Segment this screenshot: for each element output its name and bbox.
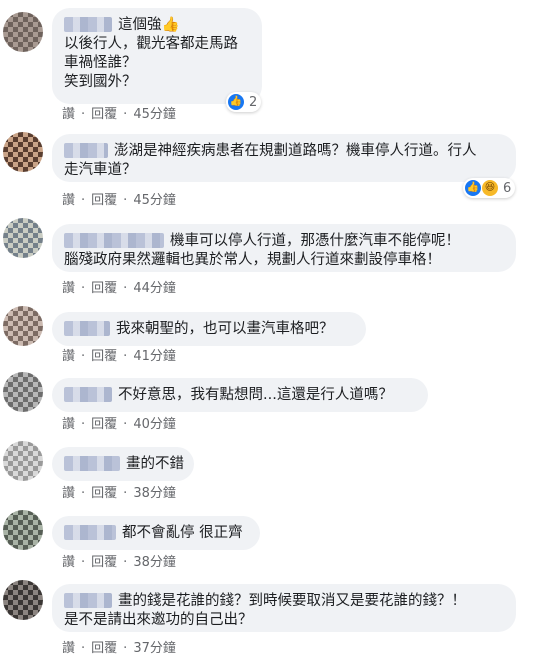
avatar[interactable] — [3, 218, 43, 258]
comment-line: 是不是請出來邀功的自己出？ — [64, 612, 253, 628]
comment-bubble: 澎湖是神經疾病患者在規劃道路嗎？機車停人行道。行人 走汽車道？ — [52, 134, 516, 182]
commenter-name-blurred[interactable] — [64, 456, 120, 471]
comment-thread: 這個強👍 以後行人，觀光客都走馬路 車禍怪誰？ 笑到國外？ 👍 2 讚 · 回覆 · 4… — [0, 0, 551, 664]
comment-actions: 讚 · 回覆 · 44分鐘 — [62, 277, 176, 296]
comment-line: 笑到國外？ — [64, 74, 137, 90]
comment-line: 車禍怪誰？ — [64, 55, 137, 71]
commenter-name-blurred[interactable] — [64, 387, 112, 402]
separator-dot: · — [81, 349, 86, 364]
comment-actions: 讚 · 回覆 · 40分鐘 — [62, 413, 176, 432]
reply-link[interactable]: 回覆 — [91, 193, 117, 208]
timestamp[interactable]: 37分鐘 — [133, 641, 176, 656]
avatar[interactable] — [3, 580, 43, 620]
avatar[interactable] — [3, 441, 43, 481]
separator-dot: · — [123, 281, 128, 296]
reaction-summary[interactable]: 👍 😆 6 — [463, 178, 516, 198]
comment-line: 這個強👍 — [64, 16, 250, 35]
comment-bubble: 這個強👍 以後行人，觀光客都走馬路 車禍怪誰？ 笑到國外？ — [52, 8, 262, 104]
reply-link[interactable]: 回覆 — [91, 281, 117, 296]
avatar[interactable] — [3, 306, 43, 346]
comment-line: 不好意思，我有點想問...這還是行人道嗎？ — [64, 386, 416, 405]
reply-link[interactable]: 回覆 — [91, 349, 117, 364]
timestamp[interactable]: 45分鐘 — [133, 193, 176, 208]
like-link[interactable]: 讚 — [62, 555, 75, 570]
timestamp[interactable]: 38分鐘 — [133, 486, 176, 501]
reaction-summary[interactable]: 👍 2 — [226, 92, 262, 112]
reply-link[interactable]: 回覆 — [91, 107, 117, 122]
commenter-name-blurred[interactable] — [64, 143, 108, 158]
comment-line: 我來朝聖的，也可以畫汽車格吧？ — [64, 320, 354, 339]
timestamp[interactable]: 38分鐘 — [133, 555, 176, 570]
like-link[interactable]: 讚 — [62, 641, 75, 656]
comment-actions: 讚 · 回覆 · 37分鐘 — [62, 637, 176, 656]
separator-dot: · — [123, 193, 128, 208]
commenter-name-blurred[interactable] — [64, 525, 116, 540]
comment-actions: 讚 · 回覆 · 45分鐘 — [62, 189, 176, 208]
comment-line: 以後行人，觀光客都走馬路 — [64, 36, 238, 52]
reply-link[interactable]: 回覆 — [91, 555, 117, 570]
timestamp[interactable]: 44分鐘 — [133, 281, 176, 296]
separator-dot: · — [81, 107, 86, 122]
commenter-name-blurred[interactable] — [64, 17, 112, 32]
like-icon: 👍 — [228, 94, 244, 110]
separator-dot: · — [81, 281, 86, 296]
like-link[interactable]: 讚 — [62, 486, 75, 501]
separator-dot: · — [123, 555, 128, 570]
comment-bubble: 我來朝聖的，也可以畫汽車格吧？ — [52, 312, 366, 346]
comment-actions: 讚 · 回覆 · 38分鐘 — [62, 482, 176, 501]
timestamp[interactable]: 45分鐘 — [133, 107, 176, 122]
like-link[interactable]: 讚 — [62, 193, 75, 208]
commenter-name-blurred[interactable] — [64, 593, 112, 608]
comment-line: 走汽車道？ — [64, 162, 137, 178]
separator-dot: · — [81, 193, 86, 208]
comment-line: 澎湖是神經疾病患者在規劃道路嗎？機車停人行道。行人 — [64, 142, 504, 161]
separator-dot: · — [123, 107, 128, 122]
avatar[interactable] — [3, 12, 43, 52]
like-icon: 👍 — [465, 180, 481, 196]
reaction-count: 2 — [249, 94, 258, 110]
avatar[interactable] — [3, 372, 43, 412]
separator-dot: · — [81, 641, 86, 656]
like-link[interactable]: 讚 — [62, 349, 75, 364]
like-link[interactable]: 讚 — [62, 107, 75, 122]
comment-actions: 讚 · 回覆 · 38分鐘 — [62, 551, 176, 570]
avatar[interactable] — [3, 132, 43, 172]
comment-line: 都不會亂停 很正齊 — [64, 524, 248, 543]
comment-bubble: 機車可以停人行道，那憑什麼汽車不能停呢！ 腦殘政府果然邏輯也異於常人，規劃人行道… — [52, 224, 516, 272]
separator-dot: · — [81, 486, 86, 501]
haha-icon: 😆 — [482, 180, 498, 196]
like-link[interactable]: 讚 — [62, 281, 75, 296]
separator-dot: · — [123, 349, 128, 364]
commenter-name-blurred[interactable] — [64, 233, 164, 248]
like-link[interactable]: 讚 — [62, 417, 75, 432]
comment-actions: 讚 · 回覆 · 41分鐘 — [62, 345, 176, 364]
commenter-name-blurred[interactable] — [64, 321, 110, 336]
comment-line: 畫的錢是花誰的錢？到時候要取消又是要花誰的錢？！ — [64, 592, 504, 611]
comment-bubble: 不好意思，我有點想問...這還是行人道嗎？ — [52, 378, 428, 412]
separator-dot: · — [81, 417, 86, 432]
comment-line: 機車可以停人行道，那憑什麼汽車不能停呢！ — [64, 232, 504, 251]
comment-line: 腦殘政府果然邏輯也異於常人，規劃人行道來劃設停車格！ — [64, 252, 441, 268]
reaction-count: 6 — [503, 180, 512, 196]
separator-dot: · — [123, 486, 128, 501]
comment-bubble: 畫的錢是花誰的錢？到時候要取消又是要花誰的錢？！ 是不是請出來邀功的自己出？ — [52, 584, 516, 632]
separator-dot: · — [81, 555, 86, 570]
comment-line: 畫的不錯 — [64, 455, 184, 474]
separator-dot: · — [123, 641, 128, 656]
reply-link[interactable]: 回覆 — [91, 417, 117, 432]
timestamp[interactable]: 41分鐘 — [133, 349, 176, 364]
reply-link[interactable]: 回覆 — [91, 486, 117, 501]
comment-actions: 讚 · 回覆 · 45分鐘 — [62, 103, 176, 122]
timestamp[interactable]: 40分鐘 — [133, 417, 176, 432]
separator-dot: · — [123, 417, 128, 432]
reply-link[interactable]: 回覆 — [91, 641, 117, 656]
avatar[interactable] — [3, 510, 43, 550]
comment-bubble: 畫的不錯 — [52, 447, 194, 481]
comment-bubble: 都不會亂停 很正齊 — [52, 516, 260, 550]
